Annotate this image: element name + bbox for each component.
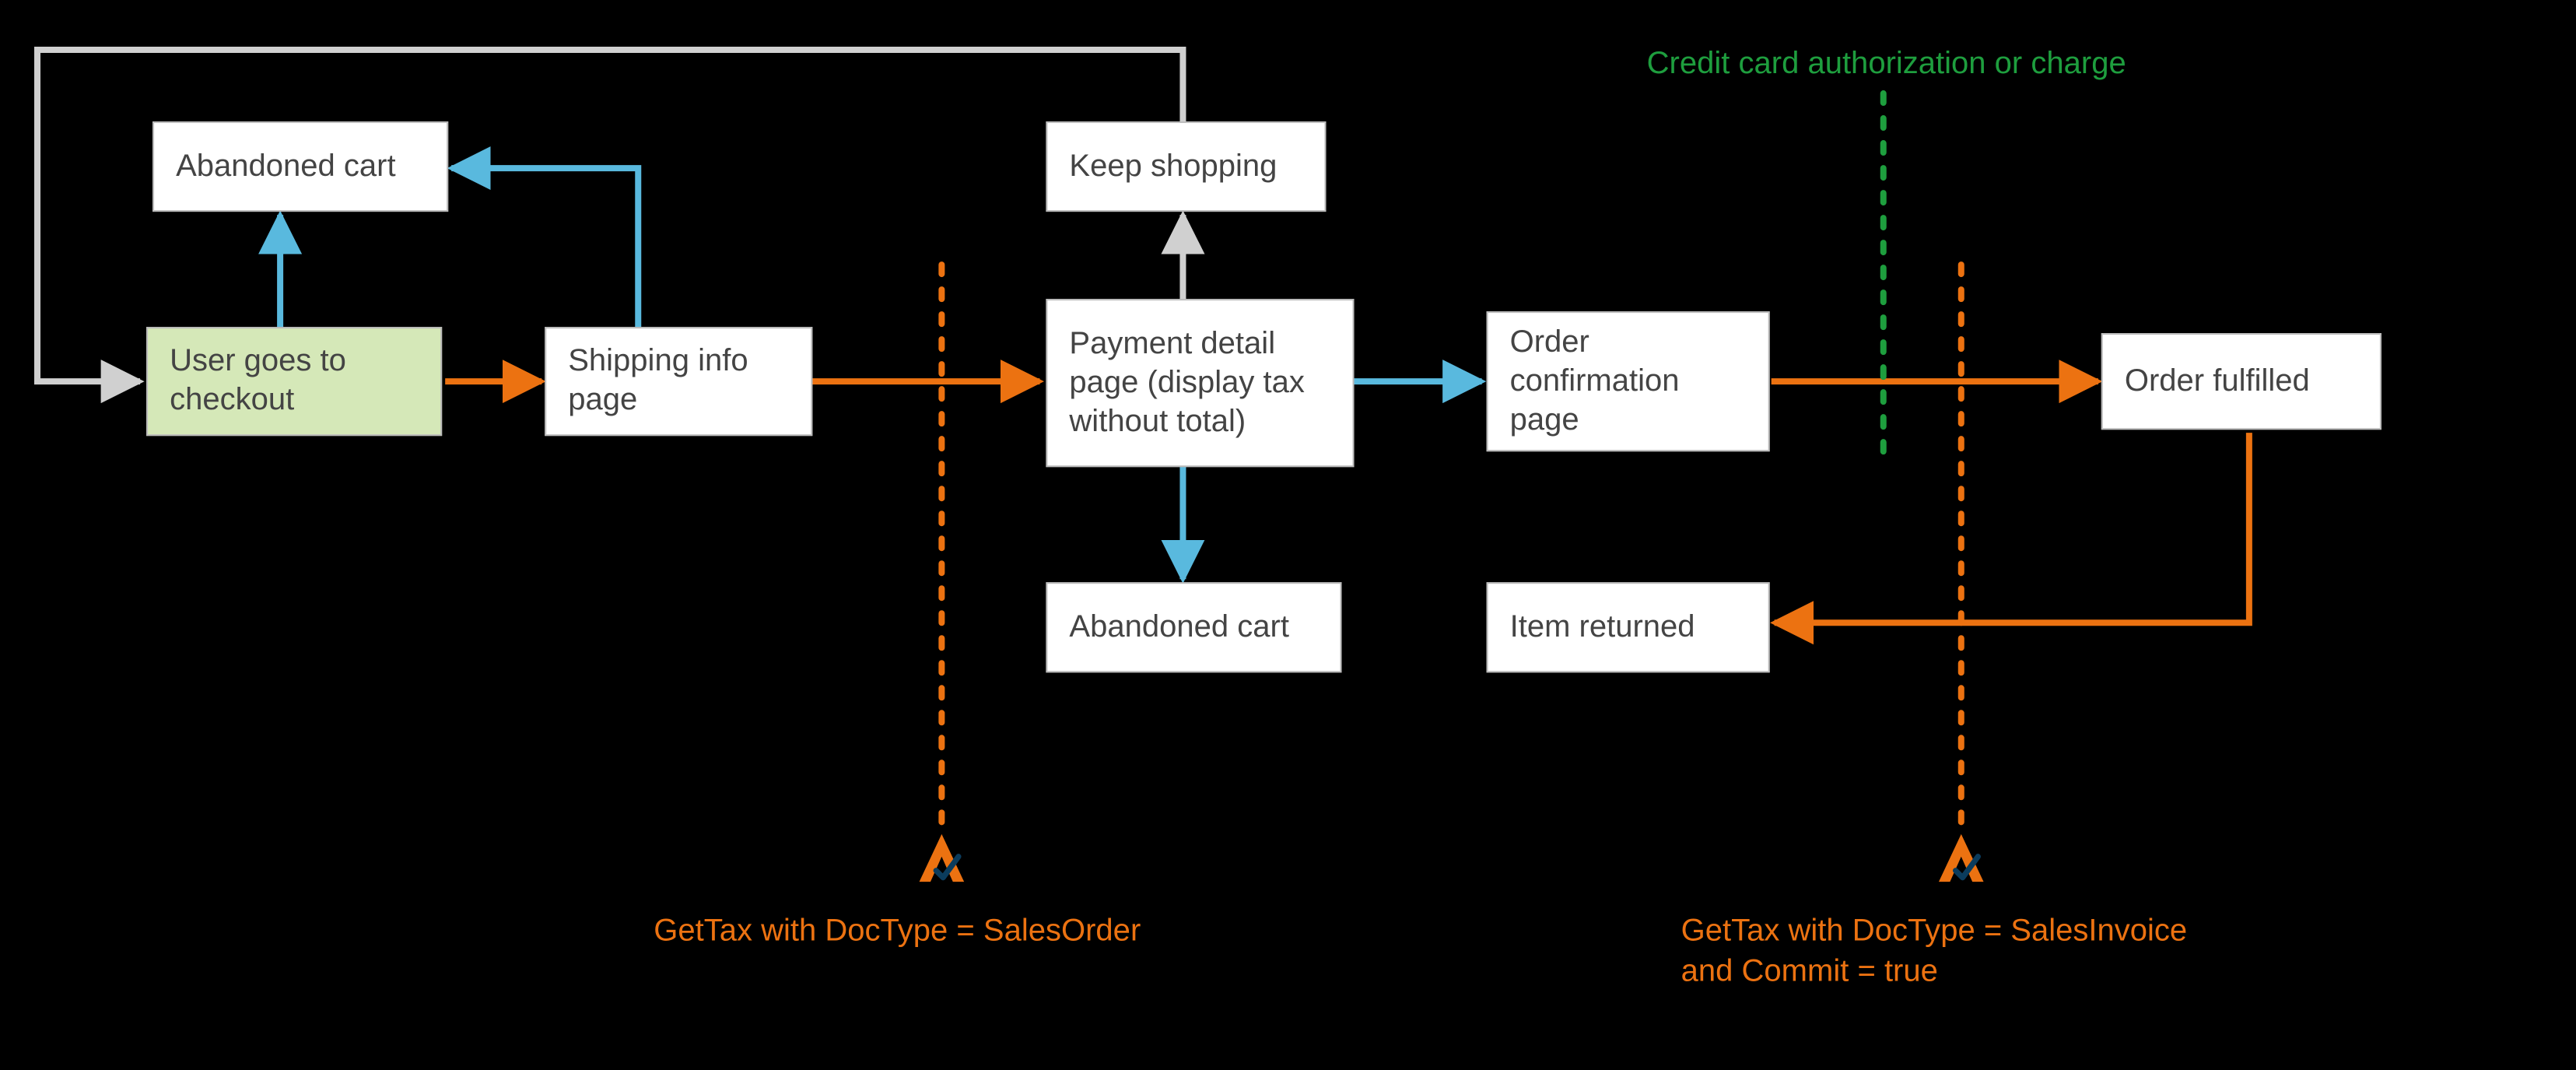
arrow-fulfilled-to-returned <box>1775 433 2249 623</box>
node-shipping-info: Shipping info page <box>545 327 812 436</box>
arrow-shipping-to-abandoned <box>451 168 638 327</box>
node-order-confirmation: Order confirmation page <box>1487 311 1770 451</box>
node-label: Shipping info page <box>568 342 789 420</box>
node-label: User goes to checkout <box>170 342 419 420</box>
flow-diagram: User goes to checkout Abandoned cart Shi… <box>0 0 2576 1069</box>
node-label: Keep shopping <box>1069 147 1277 186</box>
annotation-gettax-salesinvoice: GetTax with DocType = SalesInvoice and C… <box>1681 910 2188 991</box>
node-payment-detail: Payment detail page (display tax without… <box>1046 299 1354 467</box>
node-user-checkout: User goes to checkout <box>146 327 442 436</box>
annotation-credit-card: Credit card authorization or charge <box>1647 44 2126 84</box>
node-order-fulfilled: Order fulfilled <box>2101 333 2381 430</box>
node-keep-shopping: Keep shopping <box>1046 121 1326 212</box>
annotation-gettax-salesorder: GetTax with DocType = SalesOrder <box>654 910 1141 951</box>
avalara-logo-icon <box>1933 831 1989 887</box>
node-abandoned-cart-2: Abandoned cart <box>1046 582 1341 672</box>
node-label: Item returned <box>1510 608 1695 647</box>
avalara-logo-icon <box>913 831 969 887</box>
node-label: Order fulfilled <box>2125 362 2310 401</box>
node-item-returned: Item returned <box>1487 582 1770 672</box>
node-label: Abandoned cart <box>176 147 396 186</box>
node-label: Order confirmation page <box>1510 323 1747 440</box>
node-label: Payment detail page (display tax without… <box>1069 325 1330 441</box>
node-abandoned-cart-1: Abandoned cart <box>152 121 448 212</box>
node-label: Abandoned cart <box>1069 608 1289 647</box>
